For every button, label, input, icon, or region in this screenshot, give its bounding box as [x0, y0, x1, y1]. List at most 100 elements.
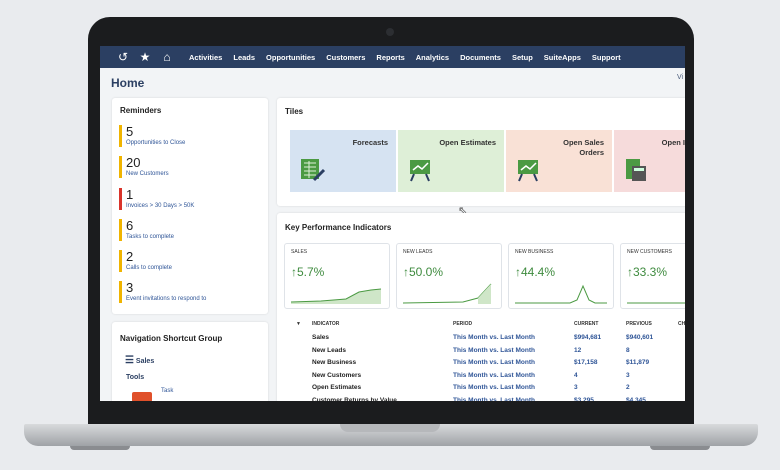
camera-icon [386, 28, 394, 36]
reminder-item[interactable]: 2 Calls to complete [119, 250, 172, 272]
reminder-count: 20 [126, 155, 141, 170]
nav-item-suiteapps[interactable]: SuiteApps [544, 53, 581, 62]
reminder-label: Invoices > 30 Days > 50K [126, 203, 195, 209]
shortcut-group-card: Navigation Shortcut Group ☰ Sales Tools … [112, 322, 268, 401]
kpi-row-current[interactable]: $3,295 [574, 397, 594, 402]
kpi-value-text: 5.7% [297, 265, 325, 279]
reminder-item[interactable]: 1 Invoices > 30 Days > 50K [119, 188, 194, 210]
shortcut-tools-label: Tools [126, 374, 145, 381]
kpi-label: SALES [291, 249, 308, 255]
reminder-label: Calls to complete [126, 265, 173, 271]
kpi-row-current[interactable]: 4 [574, 372, 578, 379]
kpi-row-period[interactable]: This Month vs. Last Month [453, 359, 535, 366]
view-link[interactable]: Vi [677, 74, 683, 81]
reminder-count: 2 [126, 249, 134, 264]
kpi-row-period[interactable]: This Month vs. Last Month [453, 334, 535, 341]
home-icon[interactable]: ⌂ [156, 50, 178, 64]
screen: ↺ ★ ⌂ Activities Leads Opportunities Cus… [100, 46, 685, 401]
collapse-arrow-icon[interactable]: ▼ [296, 321, 301, 327]
kpi-row-current[interactable]: $994,681 [574, 334, 601, 341]
kpi-row-previous[interactable]: 3 [626, 372, 630, 379]
shortcut-group-title: Navigation Shortcut Group [120, 334, 223, 343]
kpi-label: NEW LEADS [403, 249, 433, 255]
shortcut-task-label[interactable]: Task [161, 388, 173, 394]
kpi-row-current[interactable]: $17,158 [574, 359, 598, 366]
kpi-card-sales[interactable]: SALES ↑5.7% [284, 243, 390, 309]
laptop-notch [340, 424, 440, 432]
kpi-sparkline [291, 288, 382, 304]
nav-item-support[interactable]: Support [592, 53, 621, 62]
column-header-change[interactable]: CH [678, 321, 685, 327]
nav-item-setup[interactable]: Setup [512, 53, 533, 62]
laptop-foot [650, 446, 710, 450]
kpi-row-indicator: New Leads [312, 346, 346, 354]
nav-item-documents[interactable]: Documents [460, 53, 501, 62]
kpi-sparkline [403, 283, 492, 304]
spreadsheet-icon [300, 158, 326, 187]
nav-item-analytics[interactable]: Analytics [416, 53, 449, 62]
kpi-row-previous[interactable]: 8 [626, 347, 630, 354]
kpi-value: ↑33.3% [627, 265, 667, 279]
tile-open-estimates[interactable]: Open Estimates [398, 130, 504, 192]
tile-forecasts[interactable]: Forecasts [290, 130, 396, 192]
reminder-label: New Customers [126, 171, 169, 177]
star-icon[interactable]: ★ [134, 50, 156, 64]
tile-label: Open Sales Orders [563, 138, 604, 157]
kpi-row-previous[interactable]: 2 [626, 384, 630, 391]
column-header-indicator[interactable]: INDICATOR [312, 321, 339, 327]
reminder-count: 5 [126, 124, 134, 139]
kpi-value: ↑50.0% [403, 265, 443, 279]
task-icon[interactable] [132, 392, 152, 401]
laptop-foot [70, 446, 130, 450]
reminders-title: Reminders [120, 106, 162, 115]
kpi-row-period[interactable]: This Month vs. Last Month [453, 397, 535, 402]
reminder-item[interactable]: 5 Opportunities to Close [119, 125, 185, 147]
column-header-current[interactable]: CURRENT [574, 321, 598, 327]
kpi-row-current[interactable]: 12 [574, 347, 581, 354]
kpi-row-previous[interactable]: $11,879 [626, 359, 649, 366]
kpi-row-period[interactable]: This Month vs. Last Month [453, 372, 535, 379]
history-icon[interactable]: ↺ [112, 50, 134, 64]
reminder-label: Event invitations to respond to [126, 296, 207, 302]
top-nav: ↺ ★ ⌂ Activities Leads Opportunities Cus… [100, 46, 685, 68]
kpi-value-text: 44.4% [521, 265, 556, 279]
reminder-item[interactable]: 20 New Customers [119, 156, 169, 178]
kpi-sparkline [515, 284, 607, 304]
kpi-row-indicator: Open Estimates [312, 384, 362, 391]
kpi-value: ↑5.7% [291, 265, 324, 279]
kpi-row-previous[interactable]: $940,601 [626, 334, 653, 341]
reminder-count: 1 [126, 187, 134, 202]
tile-open-sales-orders[interactable]: Open Sales Orders [506, 130, 612, 192]
nav-item-reports[interactable]: Reports [376, 53, 404, 62]
reminder-item[interactable]: 6 Tasks to complete [119, 219, 174, 241]
kpi-row-period[interactable]: This Month vs. Last Month [453, 347, 535, 354]
kpi-value-text: 33.3% [633, 265, 668, 279]
kpi-row-indicator: Customer Returns by Value [312, 396, 397, 402]
kpi-sparkline [627, 302, 685, 304]
nav-item-customers[interactable]: Customers [326, 53, 365, 62]
kpi-row-indicator: Sales [312, 334, 329, 341]
kpi-row-previous[interactable]: $4,345 [626, 397, 646, 402]
kpi-card-new-customers[interactable]: NEW CUSTOMERS ↑33.3% [620, 243, 685, 309]
tile-open-invoices[interactable]: Open I [614, 130, 685, 192]
kpi-card-new-business[interactable]: NEW BUSINESS ↑44.4% [508, 243, 614, 309]
kpi-row-indicator: New Customers [312, 371, 362, 379]
page-title: Home [111, 76, 145, 90]
kpi-label: NEW CUSTOMERS [627, 249, 672, 255]
kpi-row-period[interactable]: This Month vs. Last Month [453, 384, 535, 391]
nav-item-opportunities[interactable]: Opportunities [266, 53, 315, 62]
tiles-title: Tiles [285, 107, 304, 116]
column-header-period[interactable]: PERIOD [453, 321, 472, 327]
column-header-previous[interactable]: PREVIOUS [626, 321, 652, 327]
nav-item-leads[interactable]: Leads [233, 53, 255, 62]
shortcut-sales[interactable]: ☰ Sales [125, 355, 154, 366]
tile-label: Forecasts [352, 138, 388, 147]
kpi-card-new-leads[interactable]: NEW LEADS ↑50.0% [396, 243, 502, 309]
kpi-value: ↑44.4% [515, 265, 555, 279]
nav-item-activities[interactable]: Activities [189, 53, 222, 62]
kpi-row-indicator: New Business [312, 359, 357, 366]
shortcut-sales-label: Sales [135, 358, 155, 365]
kpi-row-current[interactable]: 3 [574, 384, 578, 391]
reminder-item[interactable]: 3 Event invitations to respond to [119, 281, 206, 303]
tile-label: Open Estimates [439, 138, 496, 147]
